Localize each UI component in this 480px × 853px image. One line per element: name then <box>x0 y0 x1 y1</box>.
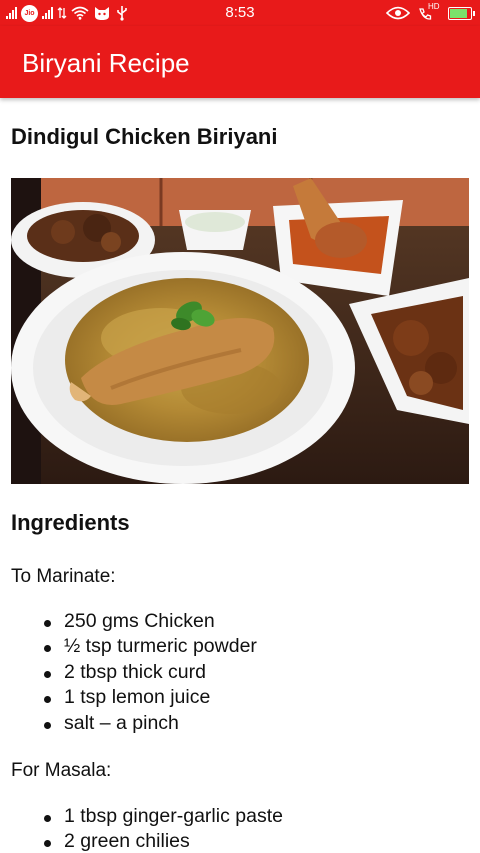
list-item: 250 gms Chicken <box>0 610 257 635</box>
list-item: ½ tsp turmeric powder <box>0 635 257 660</box>
bullet <box>44 670 51 678</box>
list-item-text: 1 tsp lemon juice <box>64 686 211 709</box>
list-item: 1 tsp lemon juice <box>0 686 257 711</box>
list-item-text: salt – a pinch <box>64 711 179 734</box>
list-item-text: 1 tbsp ginger-garlic paste <box>64 805 283 827</box>
app-bar: Biryani Recipe <box>0 26 480 98</box>
bullet <box>44 721 51 729</box>
hd-call-icon: HD <box>418 2 440 21</box>
bullet <box>44 696 51 704</box>
hd-label: HD <box>428 2 440 11</box>
recipe-title: Dindigul Chicken Biriyani <box>11 124 278 149</box>
list-item-text: 2 green chilies <box>64 830 190 853</box>
marinate-heading: To Marinate: <box>11 566 116 587</box>
masala-list: 1 tbsp ginger-garlic paste 2 green chili… <box>0 805 283 853</box>
status-icons-right: HD <box>386 2 475 22</box>
list-item-text: 2 tbsp thick curd <box>64 660 206 683</box>
list-item: salt – a pinch <box>0 712 257 737</box>
list-item: 1 tbsp ginger-garlic paste <box>0 805 283 830</box>
masala-heading: For Masala: <box>11 760 112 781</box>
status-bar: Jio 8:53 HD <box>0 0 480 26</box>
eye-icon <box>386 6 410 20</box>
list-item-text: ½ tsp turmeric powder <box>64 635 257 658</box>
bullet <box>44 840 51 848</box>
ingredients-heading: Ingredients <box>11 510 130 535</box>
list-item: 2 green chilies <box>0 830 283 853</box>
list-item-text: 250 gms Chicken <box>64 610 215 632</box>
app-title: Biryani Recipe <box>22 48 190 78</box>
list-item: 2 tbsp thick curd <box>0 661 257 686</box>
battery-icon <box>448 6 475 20</box>
bullet <box>44 815 51 822</box>
recipe-image <box>11 178 469 484</box>
bullet <box>44 645 51 653</box>
bullet <box>44 620 51 627</box>
marinate-list: 250 gms Chicken ½ tsp turmeric powder 2 … <box>0 610 257 737</box>
